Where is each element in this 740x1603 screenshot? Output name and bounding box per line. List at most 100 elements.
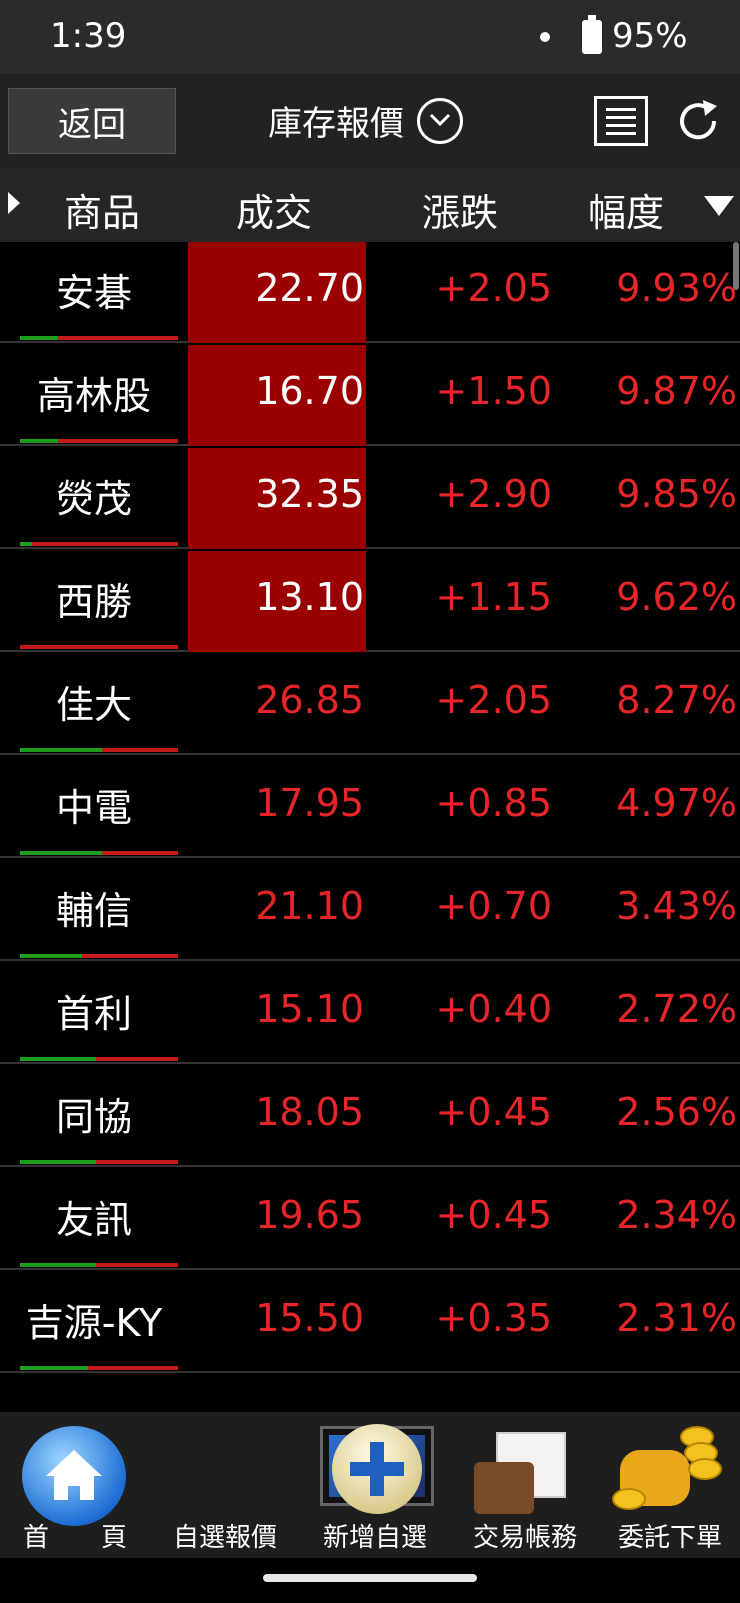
wallet-icon: [474, 1432, 574, 1518]
nav-order-label: 委託下單: [617, 1523, 722, 1553]
trade-price: 26.85: [255, 678, 364, 722]
nav-watchlist-label: 自選報價: [172, 1523, 277, 1553]
product-name: 同協: [55, 1095, 132, 1139]
bid-ask-bar: [20, 1057, 178, 1061]
change-percent: 2.56%: [616, 1090, 737, 1134]
bottom-nav: 首 頁 自選報價 新增自選 交易帳務 委託下單: [0, 1412, 740, 1558]
change-percent: 9.93%: [616, 266, 737, 310]
price-change: +0.35: [435, 1296, 552, 1340]
price-change: +0.85: [435, 781, 552, 825]
scrollbar[interactable]: [733, 242, 739, 290]
bid-ask-bar: [20, 645, 178, 649]
change-percent: 9.85%: [616, 472, 737, 516]
nav-account[interactable]: 交易帳務: [450, 1412, 600, 1558]
product-name: 輔信: [55, 889, 132, 933]
price-change: +1.50: [435, 369, 552, 413]
nav-account-label: 交易帳務: [472, 1523, 577, 1553]
bid-ask-bar: [20, 1160, 178, 1164]
sort-down-icon[interactable]: [704, 196, 734, 216]
bid-ask-bar: [20, 954, 178, 958]
nav-add-watch-label: 新增自選: [322, 1523, 427, 1553]
nav-add-watch[interactable]: 新增自選: [300, 1412, 450, 1558]
bid-ask-bar: [20, 542, 178, 546]
product-name: 友訊: [55, 1198, 132, 1242]
trade-price: 22.70: [255, 266, 364, 310]
home-icon: [22, 1426, 126, 1526]
product-name: 首利: [55, 992, 132, 1036]
nav-order[interactable]: 委託下單: [600, 1412, 740, 1558]
table-header: 商品 成交 漲跌 幅度: [0, 168, 740, 242]
expand-left-icon[interactable]: [8, 192, 20, 214]
trade-price: 16.70: [255, 369, 364, 413]
header-product[interactable]: 商品: [64, 182, 140, 237]
table-row[interactable]: 中電 17.95 +0.85 4.97%: [0, 757, 740, 858]
bid-ask-bar: [20, 439, 178, 443]
bid-ask-bar: [20, 336, 178, 340]
header-price[interactable]: 成交: [236, 182, 312, 237]
coin-icon: [610, 1420, 730, 1520]
battery-icon: [582, 15, 602, 54]
change-percent: 8.27%: [616, 678, 737, 722]
change-percent: 2.72%: [616, 987, 737, 1031]
table-row[interactable]: 高林股 16.70 +1.50 9.87%: [0, 345, 740, 446]
change-percent: 2.34%: [616, 1193, 737, 1237]
table-row[interactable]: 輔信 21.10 +0.70 3.43%: [0, 860, 740, 961]
price-change: +2.05: [435, 678, 552, 722]
change-percent: 3.43%: [616, 884, 737, 928]
table-row[interactable]: 同協 18.05 +0.45 2.56%: [0, 1066, 740, 1167]
change-percent: 2.31%: [616, 1296, 737, 1340]
table-row[interactable]: 友訊 19.65 +0.45 2.34%: [0, 1169, 740, 1270]
product-name: 西勝: [55, 580, 132, 624]
refresh-icon[interactable]: [673, 96, 723, 150]
toolbar: 返回 庫存報價: [0, 74, 740, 168]
status-bar: 1:39 95%: [0, 0, 740, 74]
trade-price: 17.95: [255, 781, 364, 825]
product-name: 佳大: [55, 683, 132, 727]
bid-ask-bar: [20, 1263, 178, 1267]
list-icon[interactable]: [594, 96, 648, 146]
table-row[interactable]: 熒茂 32.35 +2.90 9.85%: [0, 448, 740, 549]
trade-price: 15.10: [255, 987, 364, 1031]
table-row[interactable]: 西勝 13.10 +1.15 9.62%: [0, 551, 740, 652]
bid-ask-bar: [20, 748, 178, 752]
trade-price: 18.05: [255, 1090, 364, 1134]
change-percent: 4.97%: [616, 781, 737, 825]
nav-home-label: 首 頁: [22, 1523, 127, 1553]
plus-icon: [332, 1424, 422, 1514]
price-change: +0.40: [435, 987, 552, 1031]
table-row[interactable]: 吉源-KY 15.50 +0.35 2.31%: [0, 1272, 740, 1373]
nav-watchlist[interactable]: 自選報價: [150, 1412, 434, 1558]
trade-price: 19.65: [255, 1193, 364, 1237]
table-row[interactable]: 佳大 26.85 +2.05 8.27%: [0, 654, 740, 755]
status-time: 1:39: [50, 16, 127, 56]
bid-ask-bar: [20, 851, 178, 855]
quote-list[interactable]: 安碁 22.70 +2.05 9.93% 高林股 16.70 +1.50 9.87% 熒茂 32.…: [0, 242, 740, 1412]
notification-dot-icon: [540, 32, 550, 42]
trade-price: 32.35: [255, 472, 364, 516]
trade-price: 13.10: [255, 575, 364, 619]
page-title[interactable]: 庫存報價: [268, 96, 404, 145]
table-row[interactable]: 首利 15.10 +0.40 2.72%: [0, 963, 740, 1064]
change-percent: 9.62%: [616, 575, 737, 619]
product-name: 安碁: [55, 271, 132, 315]
chevron-down-icon[interactable]: [417, 98, 463, 144]
change-percent: 9.87%: [616, 369, 737, 413]
table-row[interactable]: 安碁 22.70 +2.05 9.93%: [0, 242, 740, 343]
back-button[interactable]: 返回: [8, 88, 176, 154]
price-change: +1.15: [435, 575, 552, 619]
home-indicator[interactable]: [263, 1574, 477, 1582]
header-percent[interactable]: 幅度: [588, 182, 664, 237]
price-change: +0.70: [435, 884, 552, 928]
trade-price: 15.50: [255, 1296, 364, 1340]
product-name: 熒茂: [55, 477, 132, 521]
battery-percent: 95%: [612, 16, 688, 56]
price-change: +2.90: [435, 472, 552, 516]
price-change: +2.05: [435, 266, 552, 310]
price-change: +0.45: [435, 1090, 552, 1134]
trade-price: 21.10: [255, 884, 364, 928]
product-name: 吉源-KY: [25, 1301, 163, 1345]
product-name: 高林股: [36, 374, 151, 418]
header-change[interactable]: 漲跌: [422, 182, 498, 237]
nav-home[interactable]: 首 頁: [0, 1412, 150, 1558]
bid-ask-bar: [20, 1366, 178, 1370]
